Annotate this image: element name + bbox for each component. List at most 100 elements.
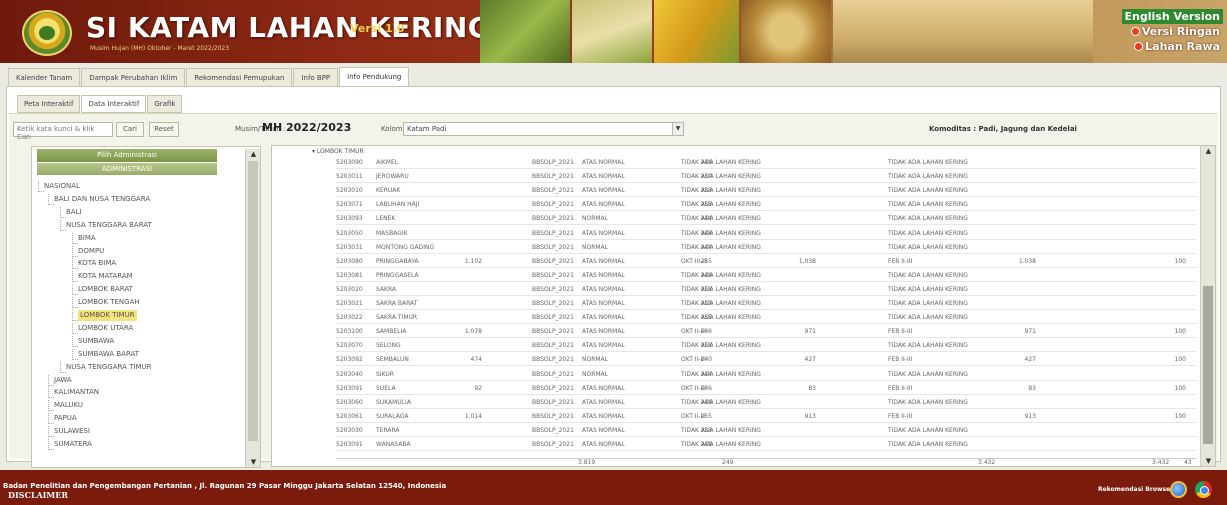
komoditas-label: Komoditas : Padi, Jagung dan Kedelai <box>929 125 1077 133</box>
table-row[interactable]: 5203021 SAKRA BARAT BBSOLP_2021 ATAS NORMAL… <box>336 299 1196 310</box>
tree-node[interactable]: LOMBOK TENGAH <box>78 297 140 308</box>
scroll-down-icon[interactable]: ▼ <box>246 457 260 467</box>
versi-ringan-link[interactable]: Versi Ringan <box>1122 24 1223 39</box>
table-cell: 5203061 <box>336 412 363 420</box>
table-row[interactable]: 5203031 MONTONG GADING BBSOLP_2021 NORMAL 24… <box>336 243 1196 254</box>
tab-data-interaktif[interactable]: Data Interaktif <box>81 95 147 113</box>
table-cell: TIDAK ADA LAHAN KERING <box>888 201 968 209</box>
table-cell: 5203100 <box>336 328 363 336</box>
scroll-up-icon[interactable]: ▲ <box>246 149 260 159</box>
table-cell: SAKRA TIMUR <box>376 314 418 322</box>
table-group-header[interactable]: ▾ LOMBOK TIMUR <box>312 148 364 155</box>
total-luas: 3.819 <box>578 459 596 466</box>
tab-rekomendasi-pemupukan[interactable]: Rekomendasi Pemupukan <box>186 68 293 87</box>
tree-node[interactable]: LOMBOK TIMUR <box>78 310 137 321</box>
table-cell: ATAS NORMAL <box>582 441 625 448</box>
table-scroll-thumb[interactable] <box>1203 286 1213 444</box>
english-version-link[interactable]: English Version <box>1121 9 1223 24</box>
scroll-up-icon[interactable]: ▲ <box>1201 146 1215 156</box>
tree-node[interactable]: BIMA <box>78 233 96 244</box>
table-cell: FEB II-III <box>888 328 913 336</box>
tree-header-administrasi: ADMINISTRASI <box>37 163 217 175</box>
main-panel: Peta Interaktif Data Interaktif Grafik K… <box>6 86 1221 468</box>
tree-node[interactable]: KOTA MATARAM <box>78 271 133 282</box>
tab-peta-interaktif[interactable]: Peta Interaktif <box>17 95 81 113</box>
tree-node[interactable]: BALI DAN NUSA TENGGARA <box>54 194 150 205</box>
tab-info-bpp[interactable]: Info BPP <box>293 68 339 87</box>
table-row[interactable]: 5203022 SAKRA TIMUR BBSOLP_2021 ATAS NORMAL… <box>336 313 1196 325</box>
table-row[interactable]: 5203090 AIKMEL BBSOLP_2021 ATAS NORMAL 246 TI… <box>336 158 1196 169</box>
table-cell: 100 <box>1174 412 1186 420</box>
tree-connector <box>48 193 54 205</box>
lahan-rawa-label: Lahan Rawa <box>1145 40 1220 53</box>
tree-node[interactable]: SUMBAWA BARAT <box>78 349 139 360</box>
table-row[interactable]: 5203011 JEROWARU BBSOLP_2021 ATAS NORMAL 250… <box>336 172 1196 184</box>
table-row[interactable]: 5203060 SUKAMULIA BBSOLP_2021 ATAS NORMAL 24… <box>336 398 1196 409</box>
kolom-selected-value: Katam Padi <box>407 125 447 133</box>
table-cell: TIDAK ADA LAHAN KERING <box>888 271 968 279</box>
table-row[interactable]: 5203092 SEMBALUN 474 BBSOLP_2021 NORMAL 240 OK… <box>336 355 1196 367</box>
tree-node[interactable]: NASIONAL <box>44 181 80 192</box>
tree-node[interactable]: SUMATERA <box>54 439 92 450</box>
table-cell: ATAS NORMAL <box>582 201 625 209</box>
tree-node[interactable]: MALUKU <box>54 400 83 411</box>
tree-node[interactable]: JAWA <box>54 375 72 386</box>
table-row[interactable]: 5203020 SAKRA BBSOLP_2021 ATAS NORMAL 253 TID… <box>336 285 1196 296</box>
table-row[interactable]: 5203030 TERARA BBSOLP_2021 ATAS NORMAL 253 TI… <box>336 426 1196 437</box>
tree-node[interactable]: DOMPU <box>78 246 104 257</box>
disclaimer-link[interactable]: DISCLAIMER <box>8 490 68 500</box>
tree-scrollbar[interactable]: ▲ ▼ <box>245 149 260 467</box>
tree-node[interactable]: LOMBOK BARAT <box>78 284 133 295</box>
table-cell: BBSOLP_2021 <box>532 412 574 420</box>
tree-node[interactable]: PAPUA <box>54 413 77 424</box>
tree-connector <box>72 310 78 321</box>
table-cell: BBSOLP_2021 <box>532 285 574 293</box>
table-cell: 100 <box>1174 257 1186 265</box>
table-cell: ATAS NORMAL <box>582 384 625 392</box>
internet-explorer-icon[interactable] <box>1170 481 1187 498</box>
tab-kalender-tanam[interactable]: Kalender Tanam <box>8 68 81 87</box>
table-row[interactable]: 5203010 KERUAK BBSOLP_2021 ATAS NORMAL 253 TI… <box>336 186 1196 198</box>
table-row[interactable]: 5203091 SUELA 92 BBSOLP_2021 ATAS NORMAL 246 O… <box>336 384 1196 395</box>
tree-node[interactable]: SUMBAWA <box>78 336 114 347</box>
table-row[interactable]: 5203080 PRINGGABAYA 1.102 BBSOLP_2021 ATAS N… <box>336 257 1196 268</box>
scroll-down-icon[interactable]: ▼ <box>1201 456 1215 466</box>
table-row[interactable]: 5203100 SAMBELIA 1.078 BBSOLP_2021 ATAS NORM… <box>336 327 1196 339</box>
tree-node[interactable]: SULAWESI <box>54 426 90 437</box>
table-row[interactable]: 5203093 LENEK BBSOLP_2021 NORMAL 244 TIDAK AD… <box>336 214 1196 226</box>
chrome-icon[interactable] <box>1195 481 1212 498</box>
table-row[interactable]: 5203081 PRINGGASELA BBSOLP_2021 ATAS NORMAL… <box>336 271 1196 282</box>
tree-node[interactable]: NUSA TENGGARA BARAT <box>66 220 152 231</box>
table-row[interactable]: 5203061 SURALAGA 1.014 BBSOLP_2021 ATAS NORM… <box>336 412 1196 423</box>
table-cell: ATAS NORMAL <box>582 342 625 350</box>
tab-grafik[interactable]: Grafik <box>147 95 183 113</box>
tree-node[interactable]: KALIMANTAN <box>54 387 99 398</box>
table-cell: TIDAK ADA LAHAN KERING <box>681 201 761 209</box>
tree-scroll-thumb[interactable] <box>248 161 258 441</box>
tree-node[interactable]: NUSA TENGGARA TIMUR <box>66 362 151 373</box>
tree-node[interactable]: LOMBOK UTARA <box>78 323 133 334</box>
table-scrollbar[interactable]: ▲ ▼ <box>1200 146 1215 466</box>
table-row[interactable]: 5203040 SIKUR BBSOLP_2021 NORMAL 244 TIDAK AD… <box>336 370 1196 381</box>
tab-info-pendukung[interactable]: Info Pendukung <box>339 67 410 87</box>
table-row[interactable]: 5203050 MASBAGIK BBSOLP_2021 ATAS NORMAL 246… <box>336 229 1196 240</box>
chevron-down-icon[interactable]: ▼ <box>672 123 683 135</box>
table-row[interactable]: 5203071 LABUHAN HAJI BBSOLP_2021 ATAS NORMA… <box>336 200 1196 212</box>
tree-connector <box>38 181 44 192</box>
table-row[interactable]: 5203070 SELONG BBSOLP_2021 ATAS NORMAL 253 TI… <box>336 341 1196 353</box>
table-cell: SURALAGA <box>376 412 409 420</box>
tab-dampak-perubahan-iklim[interactable]: Dampak Perubahan Iklim <box>81 68 186 87</box>
cari-button[interactable]: Cari <box>116 122 144 137</box>
table-cell: BBSOLP_2021 <box>532 257 574 265</box>
lahan-rawa-link[interactable]: Lahan Rawa <box>1122 39 1223 54</box>
reset-button[interactable]: Reset <box>149 122 179 137</box>
search-input[interactable]: Ketik kata kunci & klik Cari <box>13 122 113 141</box>
table-cell: 474 <box>470 356 482 364</box>
tree-node[interactable]: KOTA BIMA <box>78 258 116 269</box>
tree-connector <box>72 322 78 334</box>
table-cell: ATAS NORMAL <box>582 187 625 195</box>
table-cell: OKT II-III <box>681 412 706 420</box>
table-row[interactable]: 5203091 WANASABA BBSOLP_2021 ATAS NORMAL 248… <box>336 440 1196 451</box>
kolom-select[interactable]: Katam Padi ▼ <box>403 122 684 136</box>
tree-node[interactable]: BALI <box>66 207 82 218</box>
